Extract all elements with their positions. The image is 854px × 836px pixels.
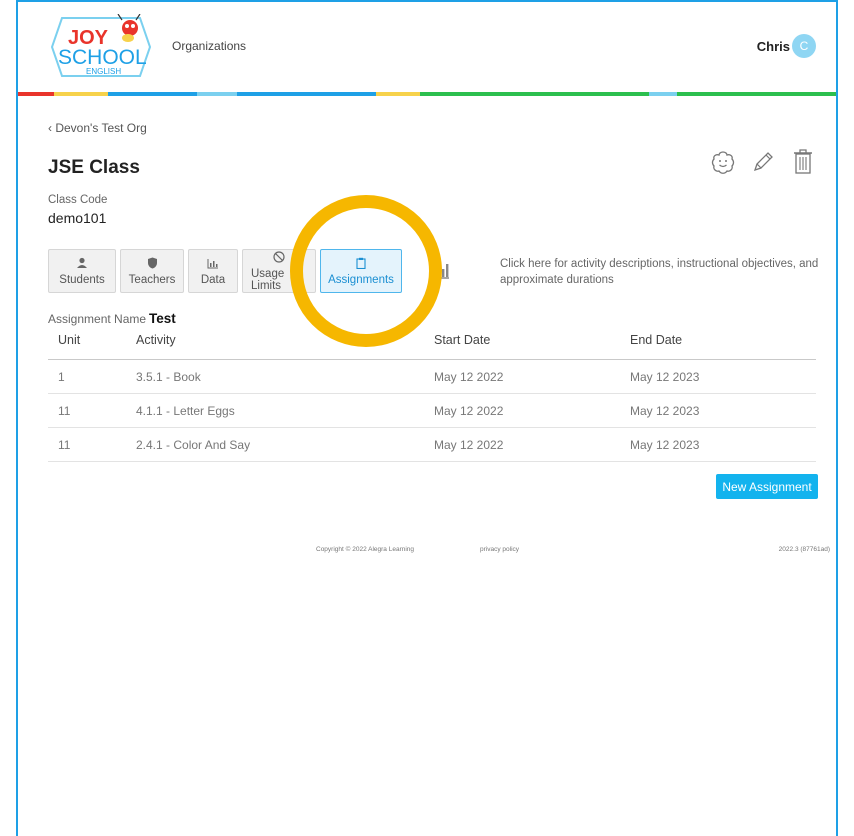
privacy-policy-link[interactable]: privacy policy (480, 546, 519, 553)
tab-label: Usage Limits (251, 268, 285, 292)
avatar[interactable]: C (792, 34, 816, 58)
breadcrumb-back-link[interactable]: ‹ Devon's Test Org (48, 121, 147, 135)
user-name[interactable]: Chris (757, 39, 790, 54)
table-row[interactable]: 1 3.5.1 - Book May 12 2022 May 12 2023 (48, 360, 816, 394)
activity-description-hint[interactable]: Click here for activity descriptions, in… (500, 256, 830, 288)
assignment-name-label: Assignment Name (48, 312, 147, 326)
tab-students[interactable]: Students (48, 249, 116, 293)
tab-data[interactable]: Data (188, 249, 238, 293)
cell-unit: 11 (58, 437, 71, 452)
app-frame: JOY SCHOOL ENGLISH Organizations Chris C… (16, 0, 838, 836)
color-stripe-segment (236, 92, 377, 96)
class-code-label: Class Code (48, 194, 108, 206)
bar-chart-icon (207, 256, 219, 270)
tab-label: Students (59, 274, 105, 286)
cell-activity: 3.5.1 - Book (136, 369, 201, 384)
class-code-value: demo101 (48, 210, 107, 226)
cell-activity: 4.1.1 - Letter Eggs (136, 403, 235, 418)
column-header-unit: Unit (58, 333, 81, 347)
table-row[interactable]: 11 4.1.1 - Letter Eggs May 12 2022 May 1… (48, 394, 816, 428)
tab-label: Data (200, 274, 226, 286)
trash-delete-icon[interactable] (790, 148, 816, 176)
footer-copyright: Copyright © 2022 Alegra Learning (316, 546, 415, 553)
tab-label: Assignments (328, 274, 394, 286)
color-stripe-segment (676, 92, 836, 96)
cell-start-date: May 12 2022 (434, 437, 504, 452)
cell-end-date: May 12 2023 (630, 437, 700, 452)
color-stripe-segment (376, 92, 421, 96)
pencil-edit-icon[interactable] (750, 148, 776, 176)
cell-start-date: May 12 2022 (434, 403, 504, 418)
logo-text-english: ENGLISH (86, 67, 121, 76)
header-color-stripe (18, 92, 836, 96)
cell-start-date: May 12 2022 (434, 369, 504, 384)
color-stripe-segment (648, 92, 677, 96)
cell-activity: 2.4.1 - Color And Say (136, 437, 251, 452)
color-stripe-segment (197, 92, 237, 96)
table-row[interactable]: 11 2.4.1 - Color And Say May 12 2022 May… (48, 428, 816, 462)
class-tabs: Students Teachers Data Usage Limits Assi… (48, 249, 402, 293)
tab-teachers[interactable]: Teachers (120, 249, 184, 293)
new-assignment-button[interactable]: New Assignment (716, 474, 818, 499)
tab-label: Teachers (128, 274, 176, 286)
cell-end-date: May 12 2023 (630, 369, 700, 384)
column-header-activity: Activity (136, 333, 176, 347)
header: JOY SCHOOL ENGLISH Organizations Chris C (18, 2, 836, 96)
color-stripe-segment (53, 92, 108, 96)
column-header-end-date: End Date (630, 333, 683, 347)
activity-info-chart-icon[interactable] (428, 260, 450, 285)
breadcrumb-label: Devon's Test Org (55, 121, 147, 135)
tab-assignments[interactable]: Assignments (320, 249, 402, 293)
block-icon (273, 250, 285, 264)
page-title: JSE Class (48, 157, 140, 178)
shield-icon (147, 256, 158, 270)
joy-school-logo[interactable]: JOY SCHOOL ENGLISH (48, 13, 158, 80)
color-stripe-segment (420, 92, 649, 96)
assignments-table: Unit Activity Start Date End Date 1 3.5.… (48, 333, 816, 462)
logo-text-school: SCHOOL (58, 46, 147, 69)
assignment-name: Assignment Name Test (48, 311, 176, 326)
cell-unit: 11 (58, 403, 71, 418)
table-header-row: Unit Activity Start Date End Date (48, 333, 816, 360)
smile-face-icon[interactable] (710, 148, 736, 176)
color-stripe-segment (107, 92, 198, 96)
footer-version: 2022.3 (87761ad) (778, 546, 830, 553)
tab-usage-limits[interactable]: Usage Limits (242, 249, 316, 293)
nav-organizations-link[interactable]: Organizations (172, 39, 246, 53)
cell-unit: 1 (58, 369, 65, 384)
assignment-name-value: Test (149, 311, 176, 326)
person-icon (76, 256, 88, 270)
color-stripe-segment (18, 92, 54, 96)
clipboard-icon (356, 256, 366, 270)
class-actions (710, 148, 816, 176)
cell-end-date: May 12 2023 (630, 403, 700, 418)
column-header-start-date: Start Date (434, 333, 491, 347)
